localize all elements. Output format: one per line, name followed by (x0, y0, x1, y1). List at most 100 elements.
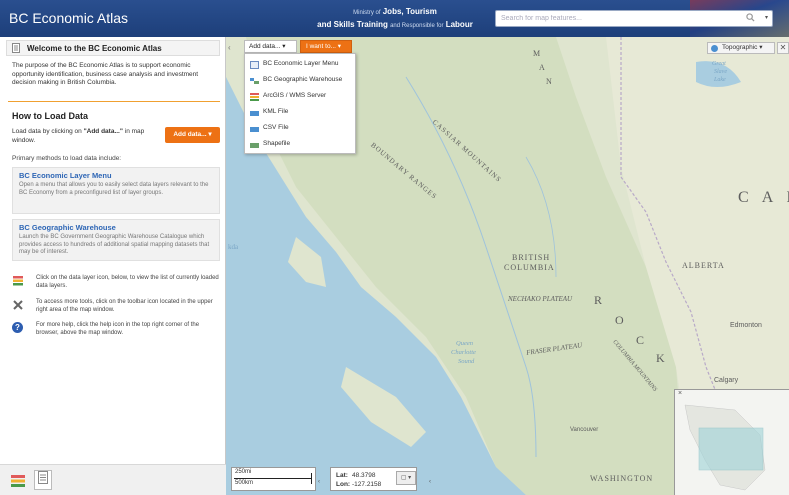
ministry-name-line1: Jobs, Tourism (382, 7, 437, 16)
scale-line (234, 478, 312, 479)
load-text-bold: "Add data..." (83, 128, 123, 135)
menu-item-shapefile[interactable]: Shapefile (245, 136, 355, 152)
load-text-prefix: Load data by clicking on (12, 128, 82, 135)
search-dropdown-toggle[interactable]: ▾ (765, 14, 768, 21)
document-icon[interactable] (34, 470, 52, 490)
map-label-rocky-c: C (636, 333, 645, 347)
load-instructions: Load data by clicking on "Add data..." i… (12, 128, 162, 145)
longitude-label: Lon: (336, 481, 351, 488)
i-want-to-button[interactable]: I want to... ▾ (300, 40, 352, 53)
map-label-bc-line2: COLUMBIA (504, 263, 555, 272)
server-layers-icon (250, 92, 259, 101)
map-label-kda: kda (228, 243, 239, 251)
scale-bar-toggle[interactable]: ‹ (318, 479, 320, 485)
overview-map[interactable]: × (674, 389, 789, 495)
map-label-mackenzie-a: A (539, 63, 545, 72)
method-title[interactable]: BC Economic Layer Menu (19, 171, 213, 180)
map-label-mackenzie-n: N (546, 77, 552, 86)
tip-help: ? For more help, click the help icon in … (12, 322, 222, 342)
menu-item-arcgis-wms[interactable]: ArcGIS / WMS Server (245, 88, 355, 104)
sidebar-add-data-button[interactable]: Add data... ▾ (165, 127, 220, 143)
scale-bar: 250mi 500km (231, 467, 316, 491)
search-icon[interactable] (746, 13, 755, 25)
coordinate-format-button[interactable]: ▢ ▾ (396, 471, 416, 485)
kml-file-icon (250, 108, 259, 116)
how-to-load-heading: How to Load Data (12, 111, 88, 121)
map-label-mackenzie-m: M (533, 49, 541, 58)
ministry-name-line2: and Skills Training (317, 20, 388, 29)
collapse-sidebar-toggle[interactable]: ‹ (228, 43, 231, 52)
tip-text: To access more tools, click on the toolb… (36, 299, 213, 313)
map-label-canada: C A N (738, 189, 789, 206)
intro-text: The purpose of the BC Economic Atlas is … (12, 62, 199, 86)
welcome-panel-header: Welcome to the BC Economic Atlas (6, 40, 220, 56)
section-divider (8, 101, 220, 102)
method-geographic-warehouse[interactable]: BC Geographic Warehouse Launch the BC Go… (12, 219, 220, 261)
overview-close-icon[interactable]: × (678, 390, 682, 397)
menu-item-csv-file[interactable]: CSV File (245, 120, 355, 136)
method-description: Open a menu that allows you to easily se… (19, 182, 209, 196)
method-economic-layer-menu[interactable]: BC Economic Layer Menu Open a menu that … (12, 167, 220, 214)
map-label-alberta: ALBERTA (682, 261, 725, 270)
layer-menu-icon (250, 60, 259, 69)
ministry-responsible-text: and Responsible for (390, 23, 444, 29)
overview-map-graphic (675, 390, 789, 495)
menu-item-economic-layer-menu[interactable]: BC Economic Layer Menu (245, 56, 355, 72)
basemap-selector-label: Topographic ▾ (722, 44, 763, 51)
tip-layers: Click on the data layer icon, below, to … (12, 275, 222, 295)
scale-miles-label: 250mi (235, 469, 252, 475)
sidebar-panel: Welcome to the BC Economic Atlas The pur… (0, 37, 226, 495)
help-icon: ? (12, 322, 23, 333)
coordinates-toggle[interactable]: ‹ (429, 479, 431, 485)
map-label-rocky-o: O (615, 313, 624, 327)
longitude-value: -127.2158 (352, 481, 382, 488)
latitude-value: 48.3798 (352, 472, 376, 479)
add-data-button[interactable]: Add data... ▾ (244, 40, 297, 53)
menu-item-label: ArcGIS / WMS Server (263, 92, 327, 99)
map-label-queen-line1: Queen (456, 340, 473, 347)
ministry-of-text: Ministry of (353, 10, 381, 16)
scale-km-label: 500km (235, 480, 254, 486)
map-label-washington: WASHINGTON (590, 474, 654, 483)
tip-text: For more help, click the help icon in th… (36, 322, 200, 336)
tools-icon (12, 299, 24, 311)
search-input[interactable] (496, 11, 736, 26)
add-data-menu: BC Economic Layer Menu BC Geographic War… (244, 53, 356, 154)
search-box[interactable]: ▾ (495, 10, 773, 27)
map-label-great-line3: Lake (714, 77, 726, 83)
sidebar-footer (0, 464, 226, 495)
latitude-label: Lat: (336, 472, 348, 479)
method-description: Launch the BC Government Geographic Ware… (19, 234, 210, 255)
map-label-calgary: Calgary (714, 377, 739, 384)
layers-icon (12, 275, 24, 287)
map-label-rocky-k: K (656, 351, 665, 365)
method-title[interactable]: BC Geographic Warehouse (19, 223, 213, 232)
menu-item-label: BC Geographic Warehouse (263, 76, 343, 83)
ministry-name-line2-end: Labour (445, 20, 473, 29)
menu-item-geographic-warehouse[interactable]: BC Geographic Warehouse (245, 72, 355, 88)
csv-file-icon (250, 124, 259, 132)
tools-button[interactable]: ✕ (777, 42, 789, 54)
warehouse-icon (250, 76, 259, 84)
map-label-great-line2: Slave (714, 69, 727, 75)
menu-item-kml-file[interactable]: KML File (245, 104, 355, 120)
map-label-vancouver: Vancouver (570, 427, 599, 433)
app-title: BC Economic Atlas (9, 10, 129, 26)
menu-item-label: KML File (263, 108, 289, 115)
map-label-nechako-plateau: NECHAKO PLATEAU (508, 295, 573, 303)
welcome-title: Welcome to the BC Economic Atlas (27, 44, 162, 53)
shapefile-icon (250, 140, 259, 148)
menu-item-label: Shapefile (263, 140, 291, 147)
app-header: BC Economic Atlas Ministry of Jobs, Tour… (0, 0, 789, 37)
menu-item-label: BC Economic Layer Menu (263, 60, 339, 67)
menu-item-label: CSV File (263, 124, 289, 131)
scale-tick (311, 473, 312, 484)
map-label-bc-line1: BRITISH (512, 253, 551, 262)
ministry-logo: Ministry of Jobs, Tourism and Skills Tra… (300, 6, 490, 32)
tip-tools: To access more tools, click on the toolb… (12, 299, 222, 319)
layers-icon[interactable] (10, 473, 26, 489)
map-label-queen-line2: Charlotte (451, 349, 476, 356)
globe-icon (711, 45, 718, 52)
basemap-selector-button[interactable]: Topographic ▾ (707, 42, 775, 54)
tip-text: Click on the data layer icon, below, to … (36, 275, 219, 289)
